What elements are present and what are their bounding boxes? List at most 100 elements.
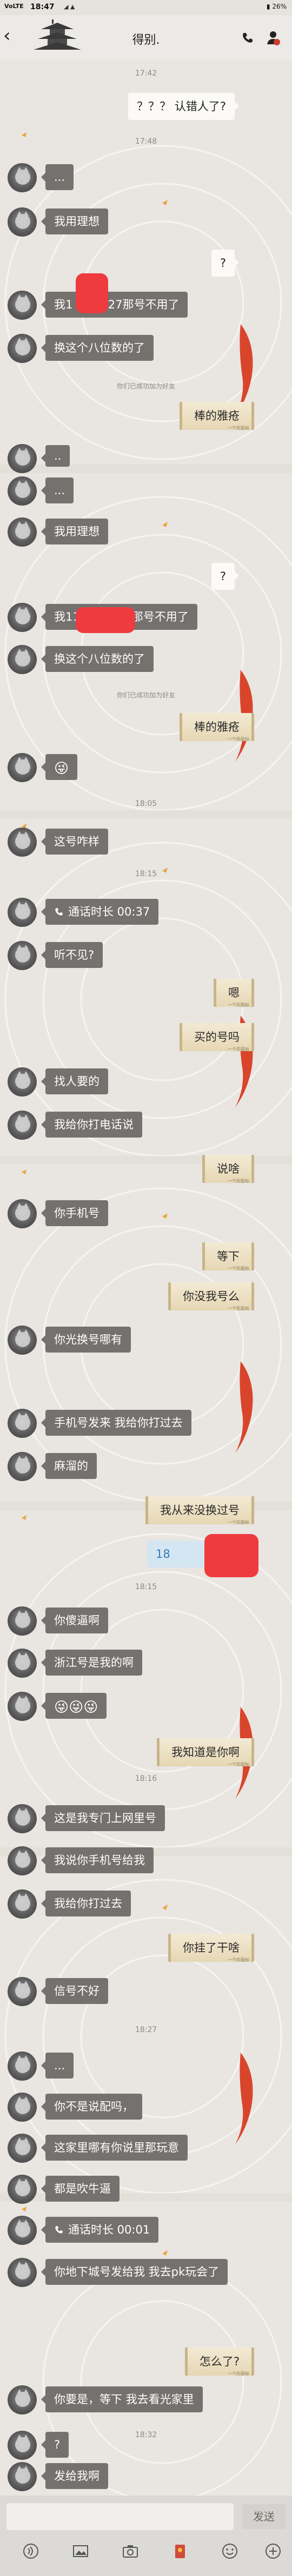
profile-icon[interactable]: [265, 29, 281, 45]
phone-icon[interactable]: [241, 31, 254, 44]
avatar[interactable]: [8, 603, 37, 632]
message-scroll-outgoing[interactable]: 说啥 一个的鼠标: [202, 1155, 254, 1183]
avatar[interactable]: [8, 1326, 37, 1355]
avatar[interactable]: [8, 1649, 37, 1678]
message-bubble-incoming[interactable]: 你光换号哪有: [41, 1327, 131, 1353]
avatar[interactable]: [8, 444, 37, 473]
voice-call-record[interactable]: 通话时长 00:37: [41, 899, 159, 925]
avatar[interactable]: [8, 163, 37, 192]
message-scroll-outgoing[interactable]: 棒的雅疮 一个的鼠标: [180, 713, 254, 742]
avatar[interactable]: [8, 2175, 37, 2204]
message-bubble-incoming[interactable]: 😜: [41, 754, 78, 780]
avatar[interactable]: [8, 476, 37, 506]
avatar[interactable]: [8, 2462, 37, 2491]
avatar[interactable]: [8, 334, 37, 363]
message-bubble-incoming[interactable]: ...: [41, 164, 74, 190]
message-bubble-outgoing[interactable]: ?: [211, 563, 240, 590]
cat-icon: [15, 1893, 30, 1911]
message-bubble-incoming[interactable]: 都是吹牛逼: [41, 2176, 120, 2202]
message-scroll-outgoing[interactable]: 买的号吗 一个的鼠标: [180, 1023, 254, 1052]
message-bubble-incoming[interactable]: 我说你手机号给我: [41, 1847, 154, 1873]
cat-icon: [15, 2262, 30, 2279]
avatar[interactable]: [8, 2258, 37, 2287]
message-bubble-incoming[interactable]: 这号咋样: [41, 829, 108, 855]
message-bubble-incoming[interactable]: ..: [41, 445, 70, 467]
avatar[interactable]: [8, 291, 37, 320]
cat-icon: [15, 167, 30, 185]
camera-icon[interactable]: [121, 2542, 140, 2560]
avatar[interactable]: [8, 828, 37, 857]
message-bubble-incoming[interactable]: 这是我专门上网里号: [41, 1805, 165, 1831]
message-bubble-incoming[interactable]: 换这个八位数的了: [41, 646, 154, 672]
message-scroll-outgoing[interactable]: 嗯一个的鼠标: [214, 979, 254, 1007]
cat-icon: [15, 2178, 30, 2196]
cat-icon: [15, 2466, 30, 2484]
timestamp: 18:15: [135, 1583, 157, 1591]
avatar[interactable]: [8, 1606, 37, 1636]
message-scroll-outgoing[interactable]: 怎么了? 一个的鼠标: [184, 2348, 254, 2376]
message-bubble-incoming[interactable]: 换这个八位数的了: [41, 335, 154, 361]
avatar[interactable]: [8, 207, 37, 237]
message-bubble-incoming[interactable]: 你傻逼啊: [41, 1608, 108, 1633]
message-bubble-incoming[interactable]: 😜😜😜: [41, 1693, 107, 1719]
avatar[interactable]: [8, 645, 37, 674]
message-scroll-outgoing[interactable]: 棒的雅疮 一个的鼠标: [180, 402, 254, 431]
message-bubble-outgoing[interactable]: ？？？ 认错人了?: [128, 93, 239, 120]
avatar[interactable]: [8, 1977, 37, 2006]
avatar[interactable]: [8, 1409, 37, 1438]
message-bubble-incoming[interactable]: 浙江号是我的啊: [41, 1650, 142, 1676]
send-button[interactable]: 发送: [242, 2504, 286, 2529]
message-bubble-incoming[interactable]: 我用理想: [41, 208, 108, 234]
message-bubble-incoming[interactable]: 你要是，等下 我去看光家里: [41, 2386, 203, 2412]
scroll-tail: 一个的鼠标: [228, 1003, 249, 1007]
red-packet-icon[interactable]: [171, 2542, 189, 2560]
message-bubble-incoming[interactable]: 你手机号: [41, 1200, 108, 1226]
avatar[interactable]: [8, 1452, 37, 1481]
emoji-icon[interactable]: [221, 2542, 239, 2560]
more-icon[interactable]: [264, 2542, 282, 2560]
voice-call-record[interactable]: 通话时长 00:01: [41, 2217, 159, 2243]
avatar[interactable]: [8, 1846, 37, 1875]
avatar[interactable]: [8, 1692, 37, 1721]
message-bubble-incoming[interactable]: 这家里哪有你说里那玩意: [41, 2135, 188, 2161]
message-bubble-outgoing[interactable]: ?: [211, 250, 240, 277]
avatar[interactable]: [8, 1804, 37, 1833]
avatar[interactable]: [8, 517, 37, 547]
message-bubble-incoming[interactable]: 听不见?: [41, 942, 103, 968]
message-bubble-incoming[interactable]: 你不是说配吗，: [41, 2094, 142, 2120]
message-bubble-incoming[interactable]: ...: [41, 477, 74, 503]
avatar[interactable]: [8, 898, 37, 927]
message-bubble-incoming[interactable]: 手机号发来 我给你打过去: [41, 1410, 191, 1436]
message-input[interactable]: [6, 2503, 234, 2530]
avatar[interactable]: [8, 2216, 37, 2245]
message-scroll-outgoing[interactable]: 我知道是你啊 一个的鼠标: [157, 1738, 254, 1767]
message-scroll-outgoing[interactable]: 我从来没换过号 一个的鼠标: [145, 1496, 254, 1525]
message-scroll-outgoing[interactable]: 等下 一个的鼠标: [202, 1242, 254, 1271]
message-bubble-incoming[interactable]: 你地下城号发给我 我去pk玩会了: [41, 2259, 228, 2285]
avatar[interactable]: [8, 1067, 37, 1097]
message-bubble-incoming[interactable]: 找人要的: [41, 1068, 108, 1094]
message-scroll-outgoing[interactable]: 你没我号么 一个的鼠标: [168, 1282, 254, 1311]
avatar[interactable]: [8, 1889, 37, 1919]
avatar[interactable]: [8, 2385, 37, 2414]
message-text: 通话时长 00:01: [68, 2223, 150, 2236]
message-bubble-incoming[interactable]: 我用理想: [41, 519, 108, 544]
image-icon[interactable]: [71, 2542, 90, 2560]
avatar[interactable]: [8, 2134, 37, 2163]
message-text: 怎么了?: [199, 2355, 240, 2368]
message-bubble-incoming[interactable]: 发给我啊: [41, 2463, 108, 2489]
message-bubble-incoming[interactable]: 麻溜的: [41, 1453, 97, 1479]
message-bubble-incoming[interactable]: 我给你打电话说: [41, 1112, 142, 1138]
message-scroll-outgoing[interactable]: 你挂了干啥 一个的鼠标: [168, 1934, 254, 1962]
message-bubble-incoming[interactable]: 我给你打过去: [41, 1891, 131, 1916]
message-bubble-incoming[interactable]: ...: [41, 2053, 74, 2079]
avatar[interactable]: [8, 2052, 37, 2081]
avatar[interactable]: [8, 753, 37, 782]
avatar[interactable]: [8, 1199, 37, 1228]
avatar[interactable]: [8, 941, 37, 970]
avatar[interactable]: [8, 1111, 37, 1140]
message-bubble-incoming[interactable]: 我1 227那号不用了: [41, 292, 188, 318]
message-bubble-incoming[interactable]: 信号不好: [41, 1978, 108, 2004]
voice-icon[interactable]: [22, 2542, 40, 2560]
avatar[interactable]: [8, 2093, 37, 2122]
